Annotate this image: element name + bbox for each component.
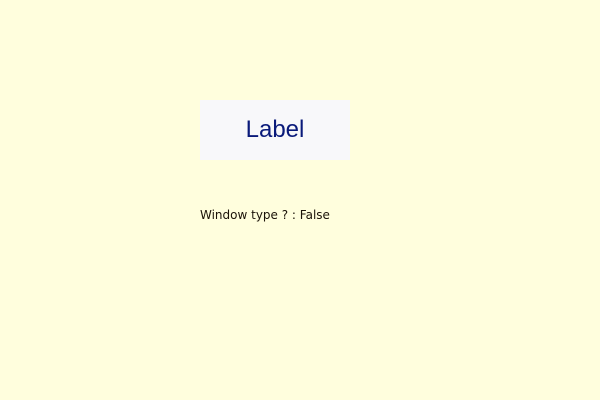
label-widget-text: Label bbox=[245, 116, 305, 143]
label-widget: Label bbox=[200, 100, 350, 160]
window-type-status: Window type ? : False bbox=[200, 208, 330, 222]
